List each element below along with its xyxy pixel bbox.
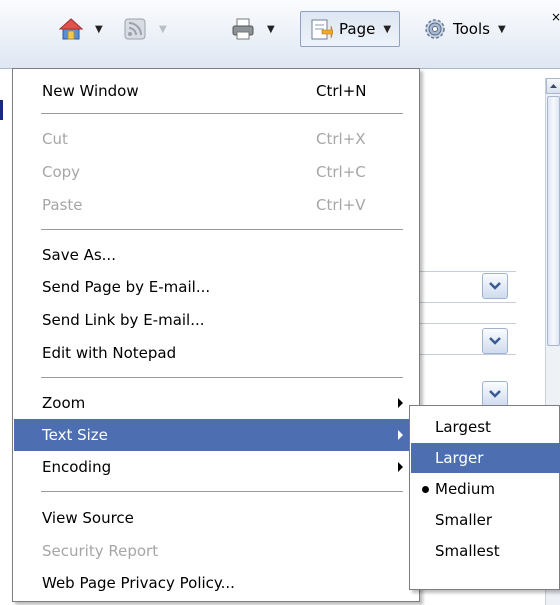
menu-item-paste: Paste Ctrl+V [14,189,418,221]
selected-bullet-icon [422,485,429,493]
command-bar: ▼ ▼ ▼ Page ▼ Tools ▼ × [0,0,560,69]
print-icon [231,17,255,41]
menu-item-view-source[interactable]: View Source [14,502,418,534]
menu-item-label: Edit with Notepad [42,344,177,362]
submenu-arrow-icon [398,430,403,440]
menu-item-label: Paste [42,196,83,214]
menu-item-zoom[interactable]: Zoom [14,387,418,419]
submenu-item-label: Smaller [435,511,493,529]
tools-menu-label: Tools [453,20,490,38]
scroll-up-button[interactable] [546,78,560,94]
menu-item-shortcut: Ctrl+N [316,82,367,100]
page-icon [309,17,334,41]
menu-item-shortcut: Ctrl+X [316,130,366,148]
submenu-arrow-icon [398,398,403,408]
menu-item-cut: Cut Ctrl+X [14,123,418,155]
menu-item-label: Text Size [42,426,108,444]
home-icon [58,17,84,41]
menu-separator [41,113,403,114]
page-menu-button[interactable]: Page ▼ [300,11,401,47]
menu-item-shortcut: Ctrl+C [316,163,366,181]
menu-item-shortcut: Ctrl+V [316,196,366,214]
menu-item-label: Web Page Privacy Policy... [42,574,235,592]
scroll-thumb[interactable] [547,96,560,346]
menu-item-label: View Source [42,509,134,527]
feeds-icon [123,17,147,41]
menu-item-privacy-policy[interactable]: Web Page Privacy Policy... [14,567,418,599]
menu-separator [41,229,403,230]
menu-item-text-size[interactable]: Text Size [14,419,418,451]
menu-item-send-page[interactable]: Send Page by E-mail... [14,271,418,303]
menu-item-new-window[interactable]: New Window Ctrl+N [14,75,418,107]
submenu-item-label: Larger [435,449,484,467]
menu-item-label: Copy [42,163,81,181]
menu-separator [41,491,403,492]
page-edge-marker [0,100,3,120]
print-button[interactable]: ▼ [222,12,284,46]
menu-item-label: Send Link by E-mail... [42,311,205,329]
submenu-item-label: Largest [435,418,491,436]
menu-separator [41,377,403,378]
menu-item-label: New Window [42,82,139,100]
menu-item-send-link[interactable]: Send Link by E-mail... [14,304,418,336]
submenu-arrow-icon [398,462,403,472]
menu-item-label: Encoding [42,458,112,476]
page-dropdown-menu: New Window Ctrl+N Cut Ctrl+X Copy Ctrl+C… [12,68,420,602]
menu-item-label: Save As... [42,246,116,264]
text-size-smallest[interactable]: Smallest [411,536,560,566]
menu-item-edit-notepad[interactable]: Edit with Notepad [14,337,418,369]
select-dropdown-button[interactable] [482,328,508,354]
menu-item-save-as[interactable]: Save As... [14,239,418,271]
text-size-largest[interactable]: Largest [411,412,560,442]
tools-dropdown-arrow[interactable]: ▼ [498,24,506,35]
page-menu-label: Page [339,20,376,38]
text-size-larger[interactable]: Larger [411,443,560,473]
menu-item-label: Security Report [42,542,159,560]
tools-gear-icon [423,17,447,41]
text-size-medium[interactable]: Medium [411,474,560,504]
home-dropdown-arrow[interactable]: ▼ [95,24,103,35]
text-size-submenu: Largest Larger Medium Smaller Smallest [409,405,560,590]
print-dropdown-arrow[interactable]: ▼ [267,24,275,35]
submenu-item-label: Smallest [435,542,500,560]
feeds-dropdown-arrow: ▼ [159,23,167,35]
home-button[interactable]: ▼ [50,12,112,46]
menu-item-label: Zoom [42,394,86,412]
tools-menu-button[interactable]: Tools ▼ [414,12,515,46]
page-dropdown-arrow[interactable]: ▼ [383,24,391,35]
menu-item-label: Send Page by E-mail... [42,278,211,296]
close-icon[interactable]: × [551,10,560,24]
feeds-button: ▼ [114,12,176,46]
menu-item-copy: Copy Ctrl+C [14,156,418,188]
menu-item-security-report: Security Report [14,535,418,567]
menu-item-label: Cut [42,130,68,148]
select-dropdown-button[interactable] [482,381,508,407]
text-size-smaller[interactable]: Smaller [411,505,560,535]
select-dropdown-button[interactable] [482,273,508,299]
submenu-item-label: Medium [435,480,495,498]
menu-item-encoding[interactable]: Encoding [14,451,418,483]
